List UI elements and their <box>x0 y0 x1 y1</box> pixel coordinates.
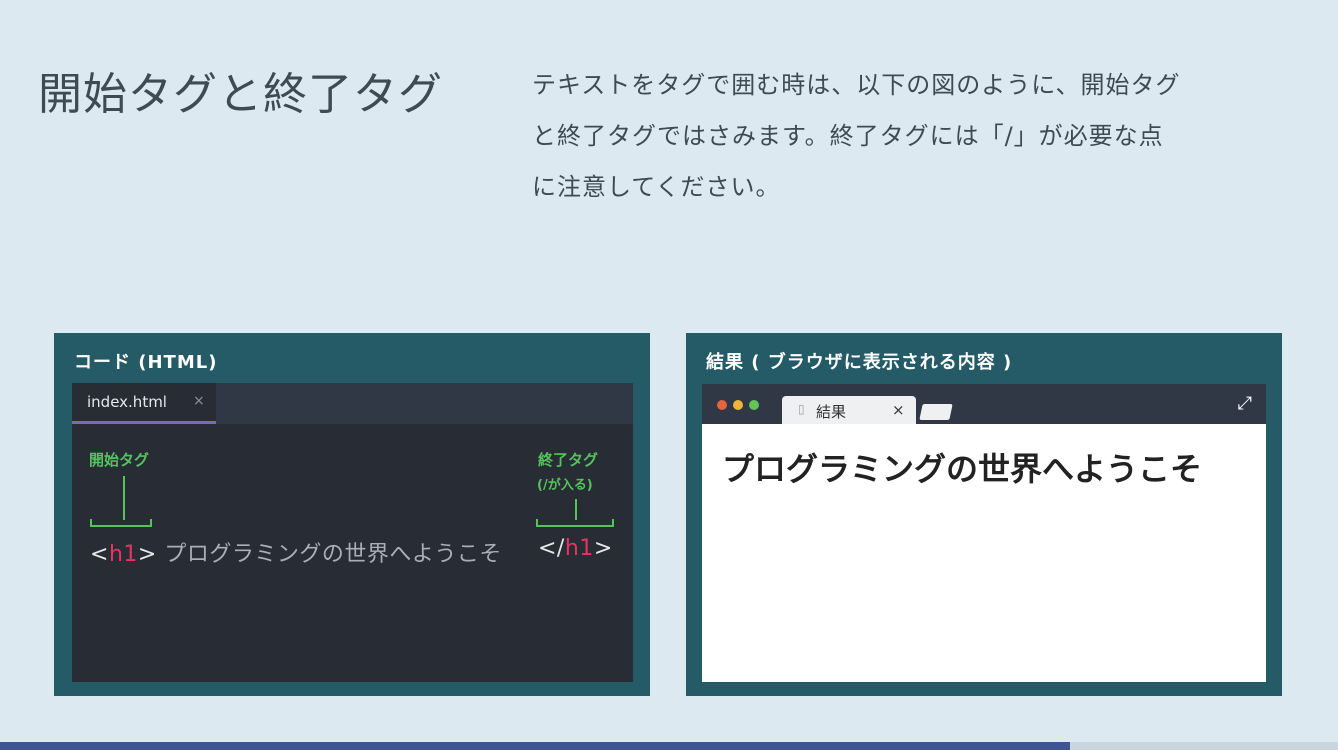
code-open-gt: > <box>137 542 157 567</box>
annotation-open-bracket <box>90 519 152 527</box>
window-close-dot[interactable] <box>717 400 727 410</box>
window-maximize-dot[interactable] <box>749 400 759 410</box>
annotation-close-bracket <box>536 519 614 527</box>
code-editor: index.html × 開始タグ 終了タグ (/が入る) <h1> プログラミ… <box>72 383 633 682</box>
code-open-lt: < <box>90 542 109 567</box>
code-close-gt: > <box>593 536 613 561</box>
code-line: <h1> プログラミングの世界へようこそ <box>90 536 502 568</box>
code-content: プログラミングの世界へようこそ <box>164 542 502 567</box>
expand-arrows-icon[interactable]: ⤢ <box>1238 393 1252 414</box>
browser-window: ▯ 結果 × ⤢ プログラミングの世界へようこそ <box>702 384 1266 682</box>
browser-chrome: ▯ 結果 × ⤢ <box>702 384 1266 424</box>
window-minimize-dot[interactable] <box>733 400 743 410</box>
slide-progress-fill <box>0 742 1071 750</box>
annotation-open-tag: 開始タグ <box>89 451 150 469</box>
result-panel: 結果 ( ブラウザに表示される内容 ) ▯ 結果 × ⤢ プログラミングの世界へ… <box>686 333 1282 696</box>
code-panel: コード (HTML) index.html × 開始タグ 終了タグ (/が入る)… <box>54 333 650 696</box>
annotation-close-stem <box>575 499 577 520</box>
annotation-open-stem <box>123 476 125 520</box>
slide-progress-bar <box>0 742 1338 750</box>
code-close-lt: </ <box>538 536 565 561</box>
editor-tab-bar: index.html × <box>72 383 633 424</box>
result-panel-title: 結果 ( ブラウザに表示される内容 ) <box>706 352 1013 373</box>
description-line: と終了タグではさみます。終了タグには「/」が必要な点 <box>532 122 1164 150</box>
close-icon[interactable]: × <box>193 393 205 409</box>
code-close-tag: </h1> <box>538 536 613 561</box>
description-line: に注意してください。 <box>532 173 781 201</box>
editor-tab-index-html[interactable]: index.html × <box>72 383 216 424</box>
document-icon: ▯ <box>798 402 805 416</box>
description-line: テキストをタグで囲む時は、以下の図のように、開始タグ <box>532 71 1181 99</box>
slide-title: 開始タグと終了タグ <box>38 69 443 120</box>
code-close-tag-name: h1 <box>564 536 594 561</box>
slide-description: テキストをタグで囲む時は、以下の図のように、開始タグ と終了タグではさみます。終… <box>532 60 1252 213</box>
browser-tab-result[interactable]: ▯ 結果 × <box>782 396 916 424</box>
annotation-close-subtext: (/が入る) <box>537 478 593 493</box>
annotation-close-tag: 終了タグ <box>538 451 599 469</box>
code-open-tag-name: h1 <box>108 542 138 567</box>
browser-tab-label: 結果 <box>816 403 847 421</box>
editor-tab-label: index.html <box>87 393 167 411</box>
code-panel-title: コード (HTML) <box>74 352 218 373</box>
rendered-heading: プログラミングの世界へようこそ <box>722 450 1203 488</box>
new-tab-button[interactable] <box>919 404 953 420</box>
close-icon[interactable]: × <box>892 401 905 419</box>
